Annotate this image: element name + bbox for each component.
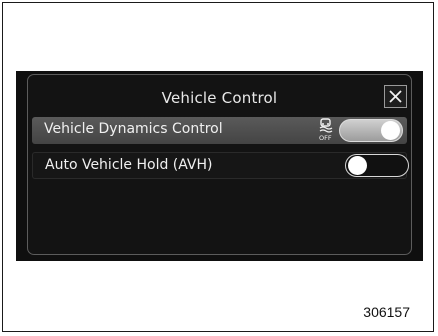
vehicle-control-dialog: Vehicle Control Vehicle Dynamics Control… xyxy=(27,74,412,255)
auto-vehicle-hold-toggle[interactable] xyxy=(345,154,409,177)
setting-label: Auto Vehicle Hold (AVH) xyxy=(45,157,213,173)
toggle-knob xyxy=(348,155,367,175)
setting-row-auto-vehicle-hold[interactable]: Auto Vehicle Hold (AVH) xyxy=(32,152,409,179)
figure-number: 306157 xyxy=(363,304,410,320)
setting-row-vehicle-dynamics-control[interactable]: Vehicle Dynamics Control OFF xyxy=(32,117,407,144)
vehicle-dynamics-toggle[interactable] xyxy=(339,119,403,142)
vehicle-dynamics-off-icon: OFF xyxy=(319,118,333,142)
toggle-knob xyxy=(381,121,400,140)
vdc-off-text: OFF xyxy=(319,134,332,142)
setting-label: Vehicle Dynamics Control xyxy=(44,121,223,137)
close-icon xyxy=(389,90,402,103)
close-button[interactable] xyxy=(384,85,407,108)
dialog-title: Vehicle Control xyxy=(161,89,278,107)
